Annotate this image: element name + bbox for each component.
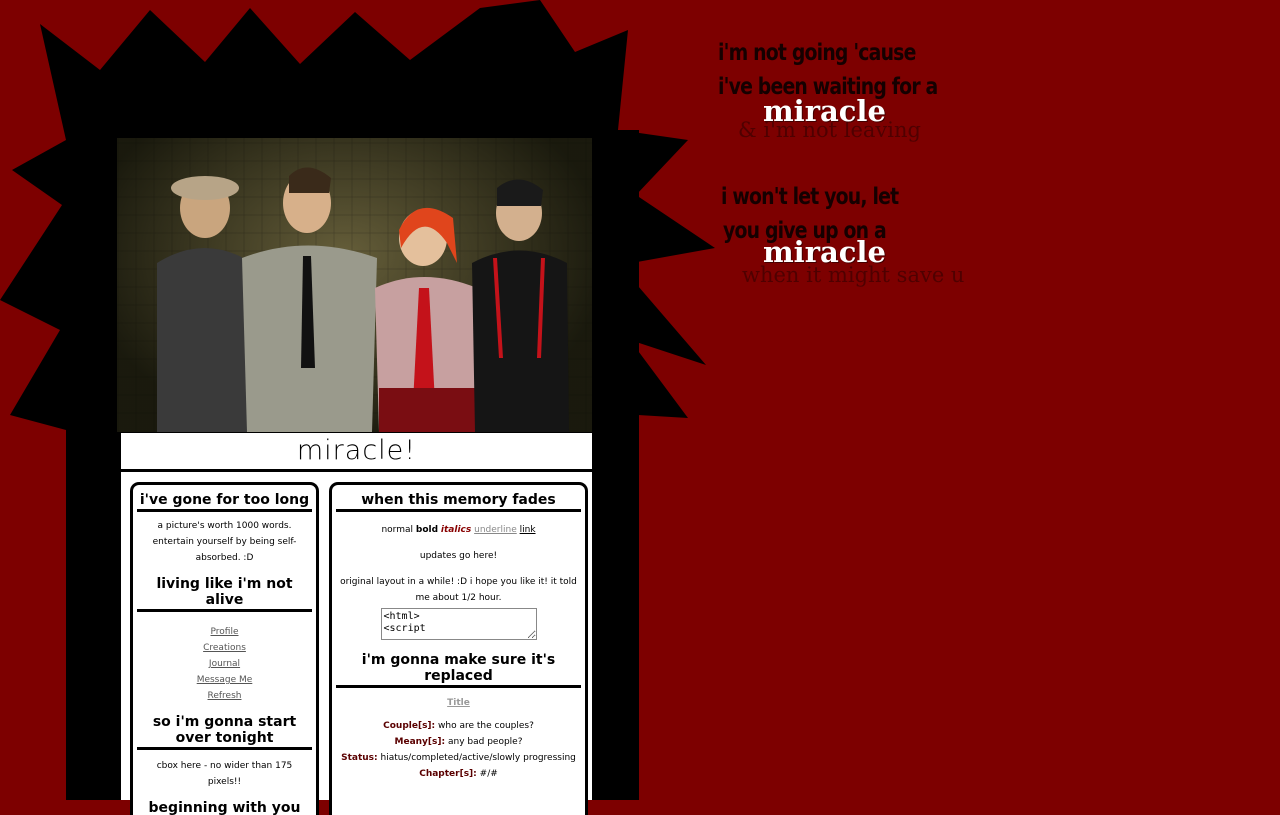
sidebar-intro-text: a picture's worth 1000 words. entertain … [152,521,297,563]
style-italics: italics [440,525,472,535]
main-panel: when this memory fades normal bold itali… [329,482,588,815]
sidebar-panel: i've gone for too long a picture's worth… [130,482,319,815]
code-textarea[interactable]: <html> <script [380,608,537,640]
style-bold: bold [415,525,439,535]
site-title: miracle! [296,435,417,466]
lyric-miracle-1: miracle [763,94,886,128]
style-underline: underline [474,525,517,535]
band-member-3 [375,207,477,432]
lyric-line-3: i won't let you, let [721,184,899,210]
nav-link-journal[interactable]: Journal [133,656,316,672]
sidebar-heading-4: beginning with you and i [137,800,312,815]
nav-link-refresh[interactable]: Refresh [133,688,316,704]
main-heading-1: when this memory fades [336,492,581,512]
fic-details: Couple[s]: who are the couples? Meany[s]… [332,718,585,782]
intro-text: original layout in a while! :D i hope yo… [340,577,577,603]
main-heading-2: i'm gonna make sure it's replaced [336,652,581,688]
band-member-2 [242,167,377,432]
sidebar-heading-2: living like i'm not alive [137,576,312,612]
fic-row-status: Status: hiatus/completed/active/slowly p… [341,753,576,763]
site-title-bar: miracle! [121,433,592,472]
nav-link-message-me[interactable]: Message Me [133,672,316,688]
band-member-1 [157,176,252,432]
nav-link-creations[interactable]: Creations [133,640,316,656]
nav-link-profile[interactable]: Profile [133,624,316,640]
lyrics-graphic: i'm not going 'cause i've been waiting f… [718,38,998,298]
sidebar-heading-1: i've gone for too long [137,492,312,512]
updates-text: updates go here! [419,551,498,561]
style-normal: normal [381,525,414,535]
band-member-4 [472,179,569,432]
fic-title-link[interactable]: Title [332,698,585,708]
lyric-miracle-2: miracle [763,235,886,269]
sidebar-heading-3: so i'm gonna start over tonight [137,714,312,750]
band-photo [117,138,592,432]
style-link[interactable]: link [520,525,536,535]
sidebar-nav: Profile Creations Journal Message Me Ref… [133,624,316,704]
lyric-line-1: i'm not going 'cause [718,40,916,66]
cbox-placeholder-text: cbox here - no wider than 175 pixels!! [156,761,293,787]
fic-row-couples: Couple[s]: who are the couples? [383,721,534,731]
fic-row-chapters: Chapter[s]: #/# [419,769,498,779]
fic-row-meanies: Meany[s]: any bad people? [394,737,523,747]
styles-demo: normal bold italics underline link [340,522,577,538]
